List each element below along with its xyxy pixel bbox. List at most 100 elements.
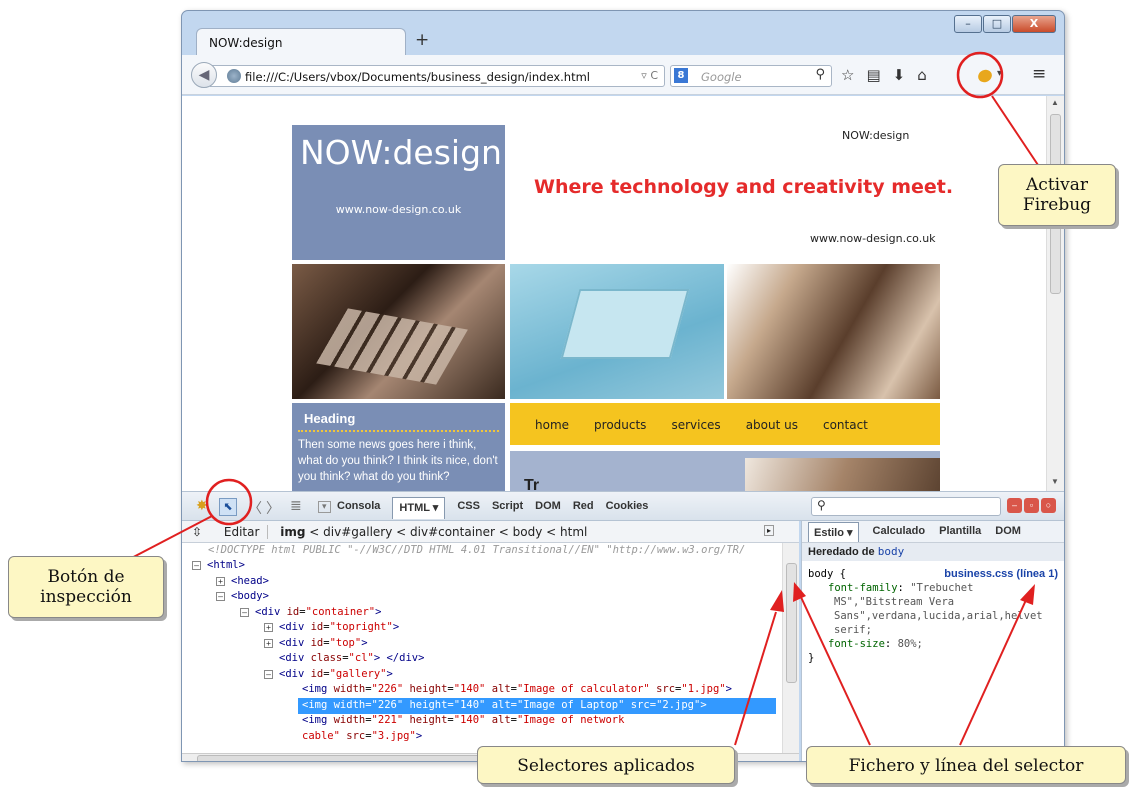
web-page: NOW:design www.now-design.co.uk NOW:desi… xyxy=(182,96,1046,491)
top-id: "top" xyxy=(329,637,362,649)
nav-products[interactable]: products xyxy=(594,418,646,445)
bookmark-star-icon[interactable]: ☆ xyxy=(841,66,854,84)
nav-about-us[interactable]: about us xyxy=(746,418,798,445)
style-pane: Estilo ▾ Calculado Plantilla DOM Heredad… xyxy=(801,521,1064,761)
img1-node[interactable]: <img width="226" height="140" alt="Image… xyxy=(302,682,732,698)
firebug-window-controls: – ▫ ○ xyxy=(1007,498,1056,513)
rule-file-link[interactable]: business.css (línea 1) xyxy=(944,567,1058,581)
firebug-detach-button[interactable]: ▫ xyxy=(1024,498,1039,513)
window-controls: – □ X xyxy=(954,15,1056,33)
back-arrow-icon[interactable]: 〈 xyxy=(248,498,262,518)
font-family-value[interactable]: "Trebuchet xyxy=(910,582,973,594)
sidebar-text: Then some news goes here i think, what d… xyxy=(298,439,498,483)
menu-icon[interactable]: ≡ xyxy=(1032,64,1046,84)
tab-consola[interactable]: Consola xyxy=(337,500,380,519)
firebug-icon[interactable] xyxy=(976,67,994,85)
search-engine-icon[interactable]: 8 xyxy=(674,68,688,83)
search-input[interactable]: 8 Google ⚲ xyxy=(670,65,832,87)
laptop-image xyxy=(510,264,724,399)
breadcrumb-path[interactable]: < div#gallery < div#container < body < h… xyxy=(309,525,587,539)
css-rule: body { business.css (línea 1) font-famil… xyxy=(808,567,1058,664)
font-size-prop[interactable]: font-size xyxy=(828,638,885,650)
font-family-value-2: MS","Bitstream Vera xyxy=(834,596,955,608)
nav-services[interactable]: services xyxy=(671,418,720,445)
forward-arrow-icon[interactable]: 〉 xyxy=(266,498,280,518)
scroll-up-icon[interactable]: ▲ xyxy=(1051,98,1059,107)
breadcrumb-current[interactable]: img xyxy=(280,525,305,539)
content-image xyxy=(745,458,940,491)
tab-red[interactable]: Red xyxy=(573,500,594,519)
head-node[interactable]: + <head> xyxy=(216,574,269,590)
minimize-button[interactable]: – xyxy=(954,15,982,33)
reload-icon[interactable]: ▿ C xyxy=(641,69,658,82)
toolbar-icons: ☆ ▤ ⬇ ⌂ xyxy=(841,66,927,84)
container-id: "container" xyxy=(305,606,376,618)
cl-class: "cl" xyxy=(348,652,374,664)
chevron-down-icon[interactable]: ▾ xyxy=(997,68,1002,79)
inspect-button[interactable]: ⬉ xyxy=(219,498,237,516)
tab-now-design[interactable]: NOW:design xyxy=(196,28,406,55)
scroll-down-icon[interactable]: ▼ xyxy=(1051,477,1059,486)
bookmarks-list-icon[interactable]: ▤ xyxy=(866,66,880,84)
font-size-value[interactable]: 80%; xyxy=(898,638,923,650)
firebug-close-button[interactable]: ○ xyxy=(1041,498,1056,513)
tab-html[interactable]: HTML ▾ xyxy=(392,497,446,519)
tab-cookies[interactable]: Cookies xyxy=(606,500,649,519)
firebug-tabs: Consola HTML ▾ CSS Script DOM Red Cookie… xyxy=(337,497,649,519)
content-area: Tr xyxy=(510,451,940,491)
maximize-button[interactable]: □ xyxy=(983,15,1011,33)
tab-side-dom[interactable]: DOM xyxy=(995,525,1021,542)
topright-node[interactable]: + <div id="topright"> xyxy=(264,620,399,636)
img3-node[interactable]: <img width="221" height="140" alt="Image… xyxy=(302,713,624,729)
url-bar[interactable]: file:///C:/Users/vbox/Documents/business… xyxy=(210,65,665,87)
page-scrollbar[interactable]: ▲ ▼ xyxy=(1046,96,1064,491)
firebug-minimize-button[interactable]: – xyxy=(1007,498,1022,513)
nav-home[interactable]: home xyxy=(535,418,569,445)
sidebar-heading: Heading xyxy=(298,411,499,432)
search-placeholder: Google xyxy=(701,70,742,84)
tab-script[interactable]: Script xyxy=(492,500,523,519)
img2-node-selected[interactable]: <img width="226" height="140" alt="Image… xyxy=(298,698,776,714)
back-button[interactable]: ◀ xyxy=(191,62,217,88)
inherited-header: Heredado de body xyxy=(802,543,1064,561)
home-icon[interactable]: ⌂ xyxy=(917,66,927,84)
body-node[interactable]: – <body> xyxy=(216,589,269,605)
html-node[interactable]: – <html> xyxy=(192,558,245,574)
callout-boton-inspeccion: Botón de inspección xyxy=(8,556,164,618)
topright-id: "topright" xyxy=(329,621,393,633)
html-scrollbar[interactable] xyxy=(782,543,799,753)
new-tab-button[interactable]: + xyxy=(415,30,429,50)
site-url: www.now-design.co.uk xyxy=(810,232,936,245)
breadcrumb-icon: ⇳ xyxy=(192,525,203,539)
firebug-menu-icon[interactable]: ✸ xyxy=(196,498,208,514)
expand-side-icon[interactable]: ▸ xyxy=(764,525,775,536)
edit-button[interactable]: Editar xyxy=(223,525,269,539)
list-icon[interactable]: ≣ xyxy=(290,498,302,514)
tab-plantilla[interactable]: Plantilla xyxy=(939,525,981,542)
nav-contact[interactable]: contact xyxy=(823,418,868,445)
tab-dom[interactable]: DOM xyxy=(535,500,561,519)
tab-calculado[interactable]: Calculado xyxy=(873,525,926,542)
tab-css[interactable]: CSS xyxy=(457,500,480,519)
navigation-toolbar: file:///C:/Users/vbox/Documents/business… xyxy=(182,55,1064,95)
breadcrumb: ⇳ Editar img < div#gallery < div#contain… xyxy=(182,521,799,543)
html-tag: <html> xyxy=(207,559,245,571)
top-node[interactable]: + <div id="top"> xyxy=(264,636,368,652)
cl-node[interactable]: <div class="cl"> </div> xyxy=(279,651,424,667)
download-icon[interactable]: ⬇ xyxy=(893,66,906,84)
firebug-search-input[interactable]: ⚲ xyxy=(811,497,1001,516)
network-cable-image xyxy=(727,264,940,399)
tab-estilo[interactable]: Estilo ▾ xyxy=(808,522,859,542)
close-button[interactable]: X xyxy=(1012,15,1056,33)
search-icon[interactable]: ⚲ xyxy=(815,67,825,82)
side-tabs: Estilo ▾ Calculado Plantilla DOM xyxy=(802,521,1064,543)
font-family-prop[interactable]: font-family xyxy=(828,582,898,594)
news-sidebar: Heading Then some news goes here i think… xyxy=(292,403,505,491)
panel-dropdown-icon[interactable]: ▾ xyxy=(318,501,331,513)
container-node[interactable]: – <div id="container"> xyxy=(240,605,381,621)
img3-node-cont: cable" src="3.jpg"> xyxy=(302,730,423,742)
gallery-node[interactable]: – <div id="gallery"> xyxy=(264,667,393,683)
content-heading: Tr xyxy=(524,477,540,491)
firebug-toolbar: ✸ ⬉ 〈 〉 ≣ ▾ Consola HTML ▾ CSS Script DO… xyxy=(182,491,1064,521)
inherited-from[interactable]: body xyxy=(878,545,905,558)
